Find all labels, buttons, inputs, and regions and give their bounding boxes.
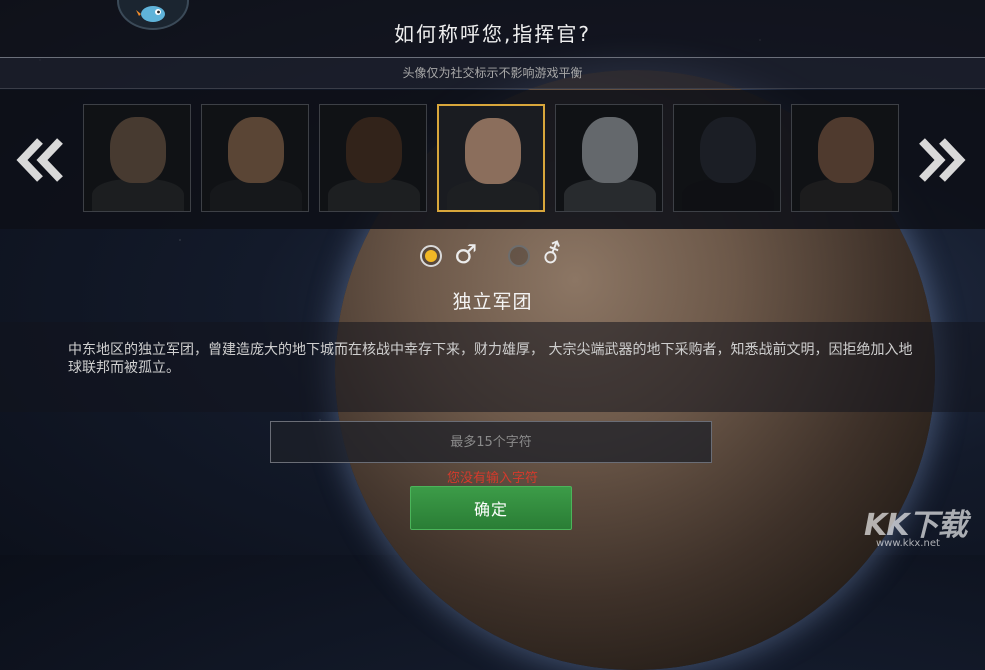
faction-name: 独立军团 [452,291,533,313]
gender-female-radio[interactable] [508,245,530,267]
double-chevron-left-icon [16,138,63,182]
portrait-5[interactable] [555,104,663,212]
watermark-url: www.kkx.net [876,538,940,549]
portrait-shade [202,105,308,211]
portrait-shade [792,105,898,211]
double-chevron-right-icon [919,138,966,182]
male-symbol-icon: ♂ [454,240,478,270]
portrait-1[interactable] [83,104,191,212]
avatar-notice: 头像仅为社交标示不影响游戏平衡 [402,66,583,80]
portrait-7[interactable] [791,104,899,212]
next-arrow-button[interactable] [918,135,966,185]
commander-name-input[interactable] [270,421,712,463]
watermark: KK下载 www.kkx.net [842,500,982,552]
portrait-6[interactable] [673,104,781,212]
portrait-shade [439,106,543,210]
page-title: 如何称呼您,指挥官? [394,22,591,46]
female-symbol-icon: ⚦ [541,240,563,270]
portrait-shade [674,105,780,211]
portrait-2[interactable] [201,104,309,212]
portrait-shade [84,105,190,211]
portrait-shade [320,105,426,211]
confirm-button[interactable]: 确定 [410,486,572,530]
portrait-3[interactable] [319,104,427,212]
previous-arrow-button[interactable] [16,135,64,185]
error-message: 您没有输入字符 [446,471,538,486]
portrait-shade [556,105,662,211]
portrait-4[interactable] [437,104,545,212]
gender-male-radio[interactable] [420,245,442,267]
faction-description: 中东地区的独立军团，曾建造庞大的地下城而在核战中幸存下来，财力雄厚， 大宗尖端武… [68,342,913,376]
